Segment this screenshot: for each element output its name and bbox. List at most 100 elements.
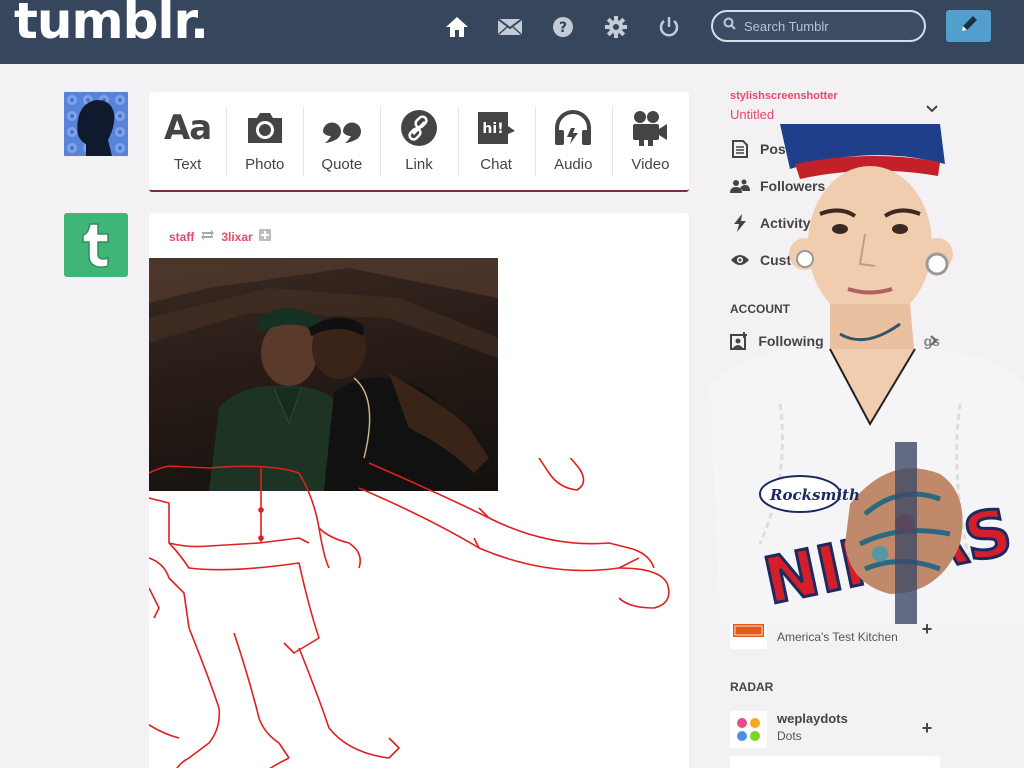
- headphones-icon: [553, 108, 593, 148]
- chevron-right-icon: [930, 370, 938, 386]
- sidebar-item-label: Posts: [760, 141, 799, 157]
- blog-name: pixelu: [777, 558, 815, 573]
- post-type-label: Quote: [321, 156, 363, 173]
- blog-description: America's Test Kitchen: [777, 630, 898, 644]
- find-blogs-icon: [730, 369, 750, 387]
- post-type-link[interactable]: Link: [380, 92, 457, 190]
- radar-post-card[interactable]: [730, 756, 940, 768]
- post-photo[interactable]: [149, 258, 498, 491]
- post-type-label: Photo: [245, 156, 285, 173]
- sidebar-item-following[interactable]: Following gs: [730, 329, 940, 353]
- post-type-chat[interactable]: hi! Chat: [457, 92, 535, 190]
- recommended-blog-item[interactable]: tornadotitans Tornado Titans - Weath +: [730, 447, 940, 487]
- logout-icon[interactable]: [656, 14, 682, 40]
- svg-text:hi!: hi!: [483, 121, 504, 137]
- tumblr-logo[interactable]: tumblr.: [14, 0, 209, 50]
- blog-name: weplaydots: [777, 711, 848, 726]
- blog-description: the dust dances: [777, 521, 862, 535]
- reblog-source-link[interactable]: 3lixar: [221, 230, 252, 244]
- recommended-blog-item[interactable]: thedustdancestoo the dust dances +: [730, 501, 940, 541]
- link-icon: [400, 108, 438, 148]
- radar-section-title: RADAR: [730, 680, 774, 694]
- video-camera-icon: [631, 108, 669, 148]
- user-avatar[interactable]: [64, 92, 128, 156]
- search-input[interactable]: [744, 18, 914, 34]
- activity-icon: [730, 214, 750, 232]
- post-type-label: Link: [405, 156, 433, 173]
- staff-avatar[interactable]: [64, 213, 128, 277]
- blog-subtitle: Untitled: [730, 107, 775, 122]
- post-type-text[interactable]: Aa Text: [149, 92, 226, 190]
- settings-icon[interactable]: [603, 14, 629, 40]
- follow-plus-icon[interactable]: [258, 229, 271, 244]
- recommended-blog-item[interactable]: pixelu Pixelu +: [730, 556, 940, 596]
- blog-name: tornadotitans: [777, 449, 861, 464]
- follow-plus-icon[interactable]: +: [916, 564, 938, 586]
- inbox-icon[interactable]: [497, 14, 523, 40]
- home-icon[interactable]: [444, 14, 470, 40]
- sidebar-item-label: Following: [758, 333, 824, 349]
- sidebar-item-activity[interactable]: Activity: [730, 211, 811, 235]
- blog-name: americastestkitchen: [777, 612, 903, 627]
- sidebar-item-followers[interactable]: Followers: [730, 174, 825, 198]
- sidebar-item-label: Activity: [760, 215, 811, 231]
- eye-icon: [730, 254, 750, 266]
- blog-avatar: [730, 503, 767, 540]
- blog-avatar: [730, 711, 767, 748]
- follow-plus-icon[interactable]: +: [916, 509, 938, 531]
- follow-plus-icon[interactable]: +: [916, 455, 938, 477]
- sidebar-item-label: Customize: [760, 252, 831, 268]
- post-type-audio[interactable]: Audio: [534, 92, 612, 190]
- compose-button[interactable]: [946, 10, 991, 42]
- recommended-blog-item[interactable]: americastestkitchen America's Test Kitch…: [730, 610, 940, 650]
- dashboard-post: staff 3lixar: [149, 213, 689, 768]
- text-type-icon: Aa: [163, 108, 212, 148]
- chat-icon: hi!: [476, 108, 516, 148]
- post-type-label: Text: [173, 156, 202, 173]
- red-line-drawing: [149, 458, 670, 768]
- post-type-photo[interactable]: Photo: [226, 92, 303, 190]
- pencil-icon: [959, 14, 979, 39]
- post-type-bar: Aa Text Photo Quote Link hi! Chat Audio: [149, 92, 689, 192]
- followers-icon: [730, 179, 750, 193]
- blog-name: thedustdancestoo: [777, 503, 889, 518]
- blog-name-link[interactable]: stylishscreenshotter: [730, 90, 838, 102]
- posts-icon: [730, 140, 750, 158]
- chevron-right-icon: [930, 333, 938, 349]
- blog-avatar: [730, 449, 767, 486]
- silhouette-icon: [64, 92, 128, 156]
- tumblr-t-icon: [82, 223, 109, 268]
- radar-blog-item[interactable]: weplaydots Dots +: [730, 709, 940, 749]
- search-box[interactable]: [711, 10, 926, 42]
- post-type-label: Audio: [554, 156, 593, 173]
- sidebar-item-customize[interactable]: Customize: [730, 248, 831, 272]
- post-header: staff 3lixar: [169, 229, 271, 244]
- blog-avatar: [730, 558, 767, 595]
- camera-icon: [246, 108, 284, 148]
- sidebar-item-find-blogs[interactable]: Find Blogs: [730, 366, 940, 390]
- follow-plus-icon[interactable]: +: [916, 618, 938, 640]
- svg-text:?: ?: [559, 20, 567, 36]
- two-men-photo: [149, 258, 498, 491]
- top-navigation-bar: tumblr. ?: [0, 0, 1024, 64]
- sidebar-item-posts[interactable]: Posts: [730, 137, 798, 161]
- blog-description: Dots: [777, 729, 802, 743]
- recommended-section-title: RECOMMENDED BLOGS: [730, 420, 873, 434]
- post-type-video[interactable]: Video: [611, 92, 689, 190]
- quote-icon: [321, 108, 363, 148]
- reblog-icon: [200, 229, 215, 244]
- post-type-label: Chat: [480, 156, 512, 173]
- chevron-down-icon[interactable]: [926, 100, 938, 118]
- search-icon: [723, 17, 736, 35]
- account-section-title: ACCOUNT: [730, 302, 790, 316]
- blog-avatar: [730, 612, 767, 649]
- sidebar-item-label: Find Blogs: [760, 370, 833, 386]
- blog-description: Pixelu: [777, 576, 810, 590]
- follow-plus-icon[interactable]: +: [916, 717, 938, 739]
- following-icon: [730, 332, 748, 350]
- post-type-label: Video: [631, 156, 670, 173]
- post-author-link[interactable]: staff: [169, 230, 194, 244]
- blog-description: Tornado Titans - Weath: [777, 467, 901, 481]
- help-icon[interactable]: ?: [550, 14, 576, 40]
- post-type-quote[interactable]: Quote: [303, 92, 380, 190]
